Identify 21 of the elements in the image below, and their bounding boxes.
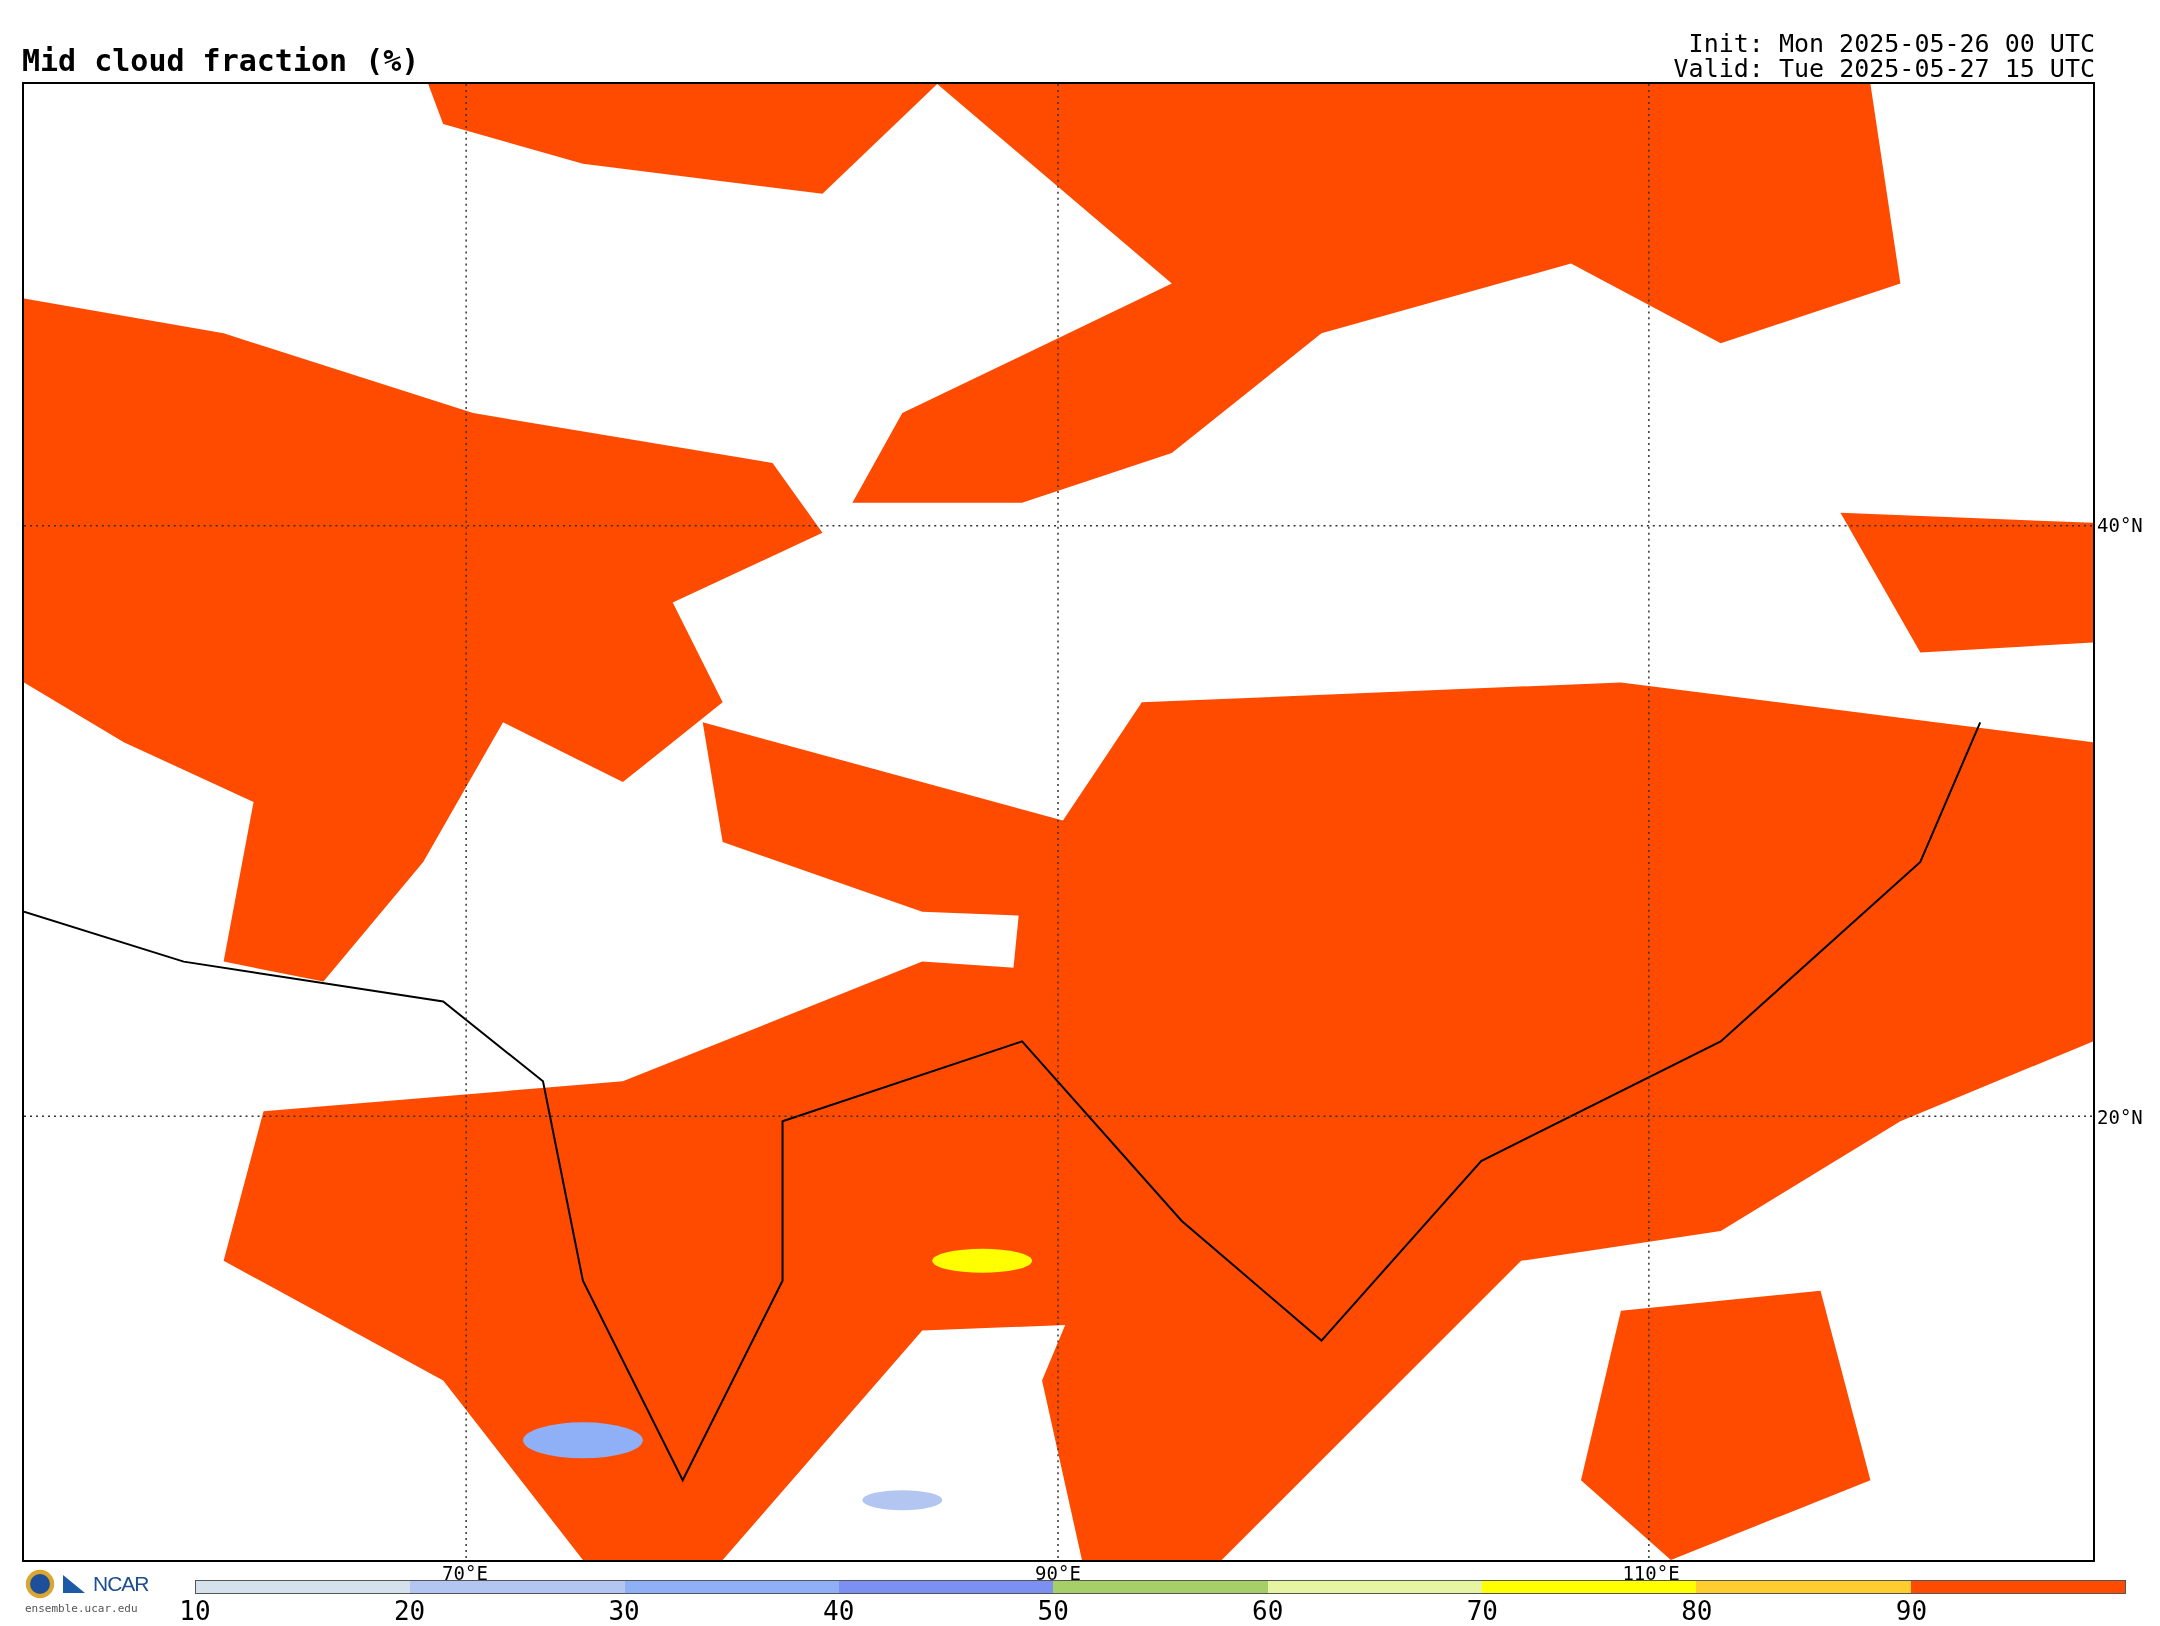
chart-title: Mid cloud fraction (%)	[22, 46, 420, 76]
colorbar-tick-label: 60	[1252, 1598, 1284, 1624]
globe-seal-icon	[25, 1568, 55, 1599]
latitude-label: 40°N	[2097, 515, 2143, 535]
colorbar-tick-label: 30	[608, 1598, 640, 1624]
valid-time: Valid: Tue 2025-05-27 15 UTC	[1673, 57, 2095, 80]
website-url: ensemble.ucar.edu	[25, 1601, 139, 1615]
colorbar-tick-label: 50	[1037, 1598, 1069, 1624]
swoosh-logo-icon	[63, 1574, 85, 1593]
longitude-label: 70°E	[442, 1564, 488, 1583]
colorbar-tick-label: 90	[1895, 1598, 1928, 1624]
colorbar-tick-label: 40	[823, 1598, 855, 1624]
colorbar-tick-label: 70	[1466, 1598, 1498, 1624]
colorbar-tick-label: 20	[393, 1598, 426, 1624]
colorbar-tick-label: 10	[179, 1598, 211, 1624]
longitude-label: 110°E	[1622, 1564, 1680, 1583]
logo-text: NCAR	[93, 1571, 149, 1597]
latitude-label: 20°N	[2097, 1107, 2143, 1127]
init-time: Init: Mon 2025-05-26 00 UTC	[1687, 32, 2095, 55]
colorbar-tick-label: 80	[1681, 1598, 1713, 1624]
longitude-label: 90°E	[1035, 1564, 1081, 1583]
